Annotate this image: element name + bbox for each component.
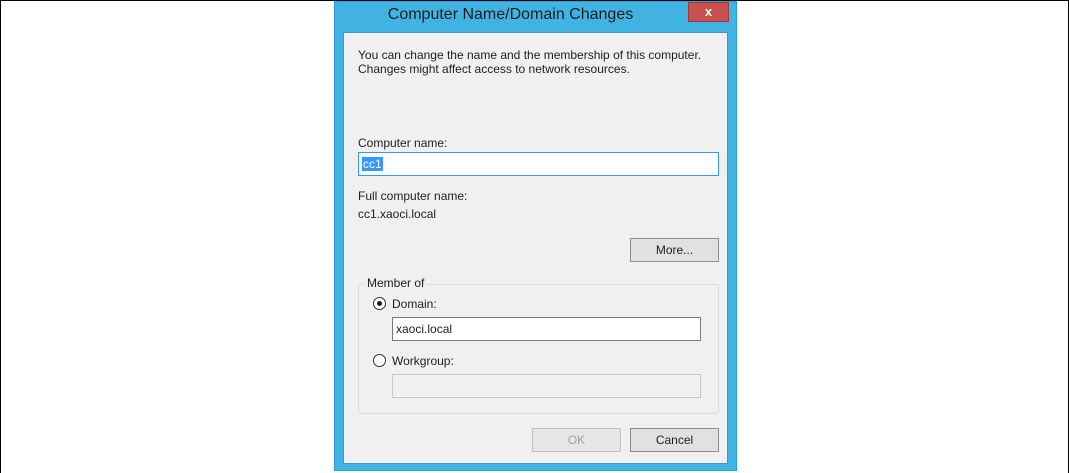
more-button[interactable]: More... [630, 238, 719, 262]
member-of-title: Member of [364, 276, 428, 290]
computer-name-selected-text: cc1 [362, 157, 383, 171]
domain-radio[interactable] [373, 297, 386, 310]
close-button[interactable]: x [688, 2, 729, 22]
full-computer-name-label: Full computer name: [358, 189, 468, 203]
computer-name-input[interactable]: cc1 [358, 152, 719, 176]
workgroup-label: Workgroup: [392, 354, 454, 368]
ok-button[interactable]: OK [532, 428, 621, 452]
close-icon: x [704, 4, 713, 19]
workgroup-input[interactable] [392, 374, 701, 398]
computer-name-label: Computer name: [358, 136, 448, 150]
cancel-button[interactable]: Cancel [630, 428, 719, 452]
full-computer-name-value: cc1.xaoci.local [358, 207, 437, 221]
description-text: You can change the name and the membersh… [358, 48, 702, 76]
dialog-title: Computer Name/Domain Changes [387, 6, 634, 23]
computer-name-dialog: Computer Name/Domain Changes x You can c… [334, 1, 737, 471]
domain-label: Domain: [392, 297, 437, 311]
title-bar[interactable]: Computer Name/Domain Changes x [335, 2, 736, 32]
workgroup-radio[interactable] [373, 354, 386, 367]
domain-input[interactable]: xaoci.local [392, 317, 701, 341]
radio-selected-dot [377, 301, 382, 306]
dialog-body: You can change the name and the membersh… [343, 32, 728, 464]
